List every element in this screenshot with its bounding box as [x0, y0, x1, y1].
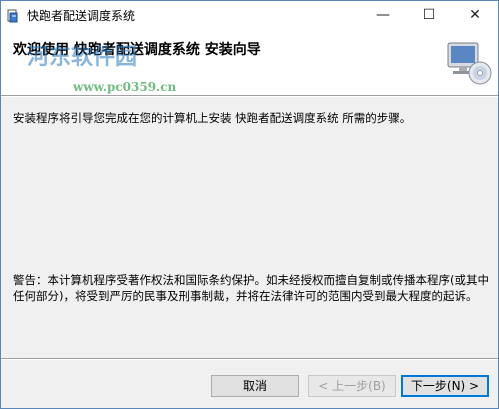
installer-window: 快跑者配送调度系统 — ☐ ✕ 欢迎使用 快跑者配送调度系统 安装向导 河东软件… — [0, 0, 499, 409]
intro-text: 安装程序将引导您完成在您的计算机上安装 快跑者配送调度系统 所需的步骤。 — [13, 111, 412, 125]
next-button[interactable]: 下一步(N) > — [401, 375, 489, 397]
footer-divider — [1, 358, 498, 360]
copyright-warning: 警告：本计算机程序受著作权法和国际条约保护。如未经授权而擅自复制或传播本程序(或… — [13, 273, 489, 303]
title-bar[interactable]: 快跑者配送调度系统 — ☐ ✕ — [1, 1, 498, 31]
wizard-header: 欢迎使用 快跑者配送调度系统 安装向导 河东软件园 www.pc0359.cn — [1, 31, 498, 95]
back-button[interactable]: < 上一步(B) — [308, 375, 396, 397]
installer-app-icon — [6, 8, 22, 24]
cancel-button[interactable]: 取消 — [211, 375, 299, 397]
minimize-button[interactable]: — — [360, 1, 406, 31]
close-button[interactable]: ✕ — [452, 1, 498, 31]
window-title: 快跑者配送调度系统 — [27, 9, 136, 23]
maximize-button[interactable]: ☐ — [406, 1, 452, 31]
header-divider — [1, 95, 498, 97]
computer-cd-icon — [444, 41, 492, 87]
watermark-text: 河东软件园 — [27, 44, 138, 70]
watermark-url: www.pc0359.cn — [73, 80, 177, 94]
